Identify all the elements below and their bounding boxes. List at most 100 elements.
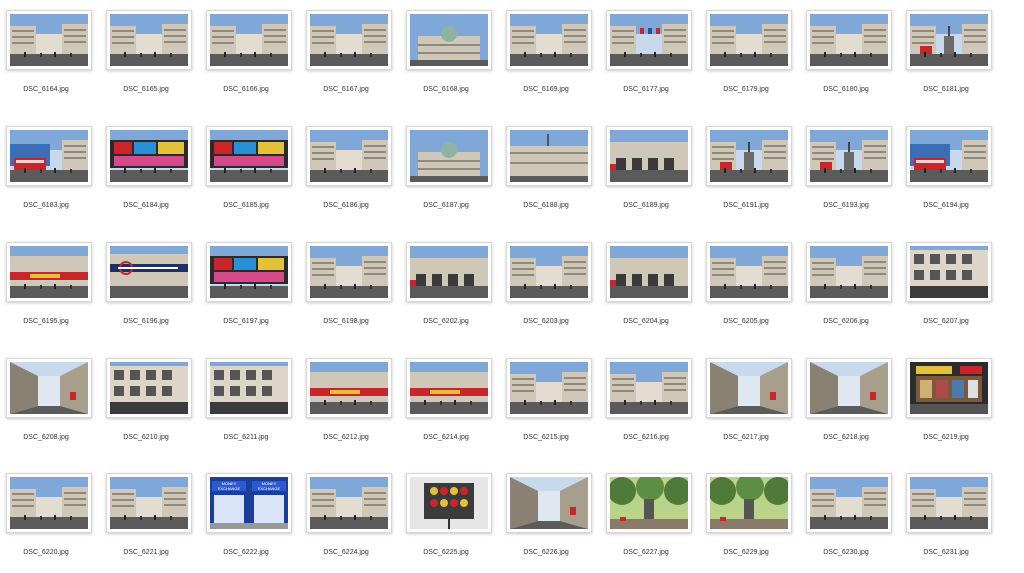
thumbnail-frame[interactable]	[406, 10, 492, 70]
file-thumbnail[interactable]: DSC_6225.jpg	[406, 473, 492, 573]
thumbnail-frame[interactable]	[406, 242, 492, 302]
file-thumbnail[interactable]: DSC_6180.jpg	[806, 10, 892, 110]
thumbnail-frame[interactable]	[506, 473, 592, 533]
file-thumbnail[interactable]: DSC_6184.jpg	[106, 126, 192, 226]
file-name-label[interactable]: DSC_6215.jpg	[496, 434, 596, 441]
file-name-label[interactable]: DSC_6229.jpg	[696, 549, 796, 556]
thumbnail-frame[interactable]	[606, 242, 692, 302]
file-thumbnail[interactable]: DSC_6169.jpg	[506, 10, 592, 110]
thumbnail-frame[interactable]	[906, 126, 992, 186]
thumbnail-frame[interactable]	[806, 242, 892, 302]
file-name-label[interactable]: DSC_6191.jpg	[696, 202, 796, 209]
thumbnail-frame[interactable]	[306, 242, 392, 302]
file-name-label[interactable]: DSC_6169.jpg	[496, 86, 596, 93]
file-name-label[interactable]: DSC_6210.jpg	[96, 434, 196, 441]
file-thumbnail[interactable]: DSC_6211.jpg	[206, 358, 292, 458]
thumbnail-frame[interactable]	[306, 126, 392, 186]
thumbnail-frame[interactable]	[806, 473, 892, 533]
file-name-label[interactable]: DSC_6177.jpg	[596, 86, 696, 93]
thumbnail-frame[interactable]	[206, 126, 292, 186]
thumbnail-frame[interactable]	[6, 473, 92, 533]
thumbnail-frame[interactable]	[706, 126, 792, 186]
file-name-label[interactable]: DSC_6180.jpg	[796, 86, 896, 93]
thumbnail-frame[interactable]	[906, 10, 992, 70]
file-name-label[interactable]: DSC_6224.jpg	[296, 549, 396, 556]
file-name-label[interactable]: DSC_6179.jpg	[696, 86, 796, 93]
file-name-label[interactable]: DSC_6194.jpg	[896, 202, 996, 209]
file-name-label[interactable]: DSC_6222.jpg	[196, 549, 296, 556]
file-thumbnail[interactable]: DSC_6202.jpg	[406, 242, 492, 342]
thumbnail-frame[interactable]	[706, 10, 792, 70]
file-name-label[interactable]: DSC_6165.jpg	[96, 86, 196, 93]
file-name-label[interactable]: DSC_6220.jpg	[0, 549, 96, 556]
file-thumbnail[interactable]: DSC_6204.jpg	[606, 242, 692, 342]
thumbnail-frame[interactable]	[6, 358, 92, 418]
thumbnail-frame[interactable]	[6, 242, 92, 302]
file-name-label[interactable]: DSC_6230.jpg	[796, 549, 896, 556]
file-thumbnail[interactable]: DSC_6193.jpg	[806, 126, 892, 226]
file-thumbnail[interactable]: DSC_6198.jpg	[306, 242, 392, 342]
thumbnail-frame[interactable]	[206, 242, 292, 302]
file-name-label[interactable]: DSC_6227.jpg	[596, 549, 696, 556]
file-thumbnail[interactable]: DSC_6186.jpg	[306, 126, 392, 226]
file-name-label[interactable]: DSC_6219.jpg	[896, 434, 996, 441]
thumbnail-frame[interactable]	[306, 358, 392, 418]
thumbnail-frame[interactable]	[406, 358, 492, 418]
file-thumbnail[interactable]: DSC_6206.jpg	[806, 242, 892, 342]
file-thumbnail[interactable]: DSC_6231.jpg	[906, 473, 992, 573]
file-name-label[interactable]: DSC_6168.jpg	[396, 86, 496, 93]
thumbnail-frame[interactable]	[806, 10, 892, 70]
thumbnail-frame[interactable]	[906, 358, 992, 418]
file-name-label[interactable]: DSC_6221.jpg	[96, 549, 196, 556]
file-name-label[interactable]: DSC_6196.jpg	[96, 318, 196, 325]
thumbnail-frame[interactable]	[606, 126, 692, 186]
file-name-label[interactable]: DSC_6208.jpg	[0, 434, 96, 441]
file-thumbnail[interactable]: DSC_6208.jpg	[6, 358, 92, 458]
file-name-label[interactable]: DSC_6225.jpg	[396, 549, 496, 556]
thumbnail-frame[interactable]	[606, 358, 692, 418]
file-thumbnail[interactable]: DSC_6215.jpg	[506, 358, 592, 458]
file-name-label[interactable]: DSC_6195.jpg	[0, 318, 96, 325]
thumbnail-frame[interactable]	[406, 473, 492, 533]
file-name-label[interactable]: DSC_6164.jpg	[0, 86, 96, 93]
file-thumbnail[interactable]: DSC_6224.jpg	[306, 473, 392, 573]
file-name-label[interactable]: DSC_6203.jpg	[496, 318, 596, 325]
file-name-label[interactable]: DSC_6189.jpg	[596, 202, 696, 209]
file-name-label[interactable]: DSC_6186.jpg	[296, 202, 396, 209]
file-name-label[interactable]: DSC_6198.jpg	[296, 318, 396, 325]
file-thumbnail[interactable]: DSC_6167.jpg	[306, 10, 392, 110]
thumbnail-frame[interactable]	[6, 10, 92, 70]
thumbnail-frame[interactable]	[806, 358, 892, 418]
file-thumbnail[interactable]: DSC_6229.jpg	[706, 473, 792, 573]
file-thumbnail[interactable]: DSC_6217.jpg	[706, 358, 792, 458]
file-name-label[interactable]: DSC_6218.jpg	[796, 434, 896, 441]
file-name-label[interactable]: DSC_6166.jpg	[196, 86, 296, 93]
thumbnail-frame[interactable]	[306, 473, 392, 533]
file-thumbnail[interactable]: DSC_6191.jpg	[706, 126, 792, 226]
file-thumbnail[interactable]: DSC_6166.jpg	[206, 10, 292, 110]
file-name-label[interactable]: DSC_6212.jpg	[296, 434, 396, 441]
file-thumbnail[interactable]: DSC_6197.jpg	[206, 242, 292, 342]
thumbnail-frame[interactable]	[106, 126, 192, 186]
file-thumbnail[interactable]: DSC_6220.jpg	[6, 473, 92, 573]
file-thumbnail[interactable]: DSC_6227.jpg	[606, 473, 692, 573]
thumbnail-frame[interactable]	[506, 242, 592, 302]
file-thumbnail[interactable]: DSC_6196.jpg	[106, 242, 192, 342]
file-name-label[interactable]: DSC_6197.jpg	[196, 318, 296, 325]
file-name-label[interactable]: DSC_6207.jpg	[896, 318, 996, 325]
file-name-label[interactable]: DSC_6206.jpg	[796, 318, 896, 325]
file-thumbnail[interactable]: DSC_6210.jpg	[106, 358, 192, 458]
file-name-label[interactable]: DSC_6211.jpg	[196, 434, 296, 441]
file-name-label[interactable]: DSC_6193.jpg	[796, 202, 896, 209]
file-thumbnail[interactable]: DSC_6230.jpg	[806, 473, 892, 573]
file-thumbnail[interactable]: DSC_6214.jpg	[406, 358, 492, 458]
thumbnail-frame[interactable]	[806, 126, 892, 186]
file-name-label[interactable]: DSC_6167.jpg	[296, 86, 396, 93]
file-name-label[interactable]: DSC_6226.jpg	[496, 549, 596, 556]
file-thumbnail[interactable]: DSC_6185.jpg	[206, 126, 292, 226]
file-thumbnail[interactable]: DSC_6194.jpg	[906, 126, 992, 226]
file-name-label[interactable]: DSC_6183.jpg	[0, 202, 96, 209]
file-thumbnail[interactable]: DSC_6188.jpg	[506, 126, 592, 226]
thumbnail-frame[interactable]	[706, 473, 792, 533]
file-thumbnail[interactable]: DSC_6177.jpg	[606, 10, 692, 110]
